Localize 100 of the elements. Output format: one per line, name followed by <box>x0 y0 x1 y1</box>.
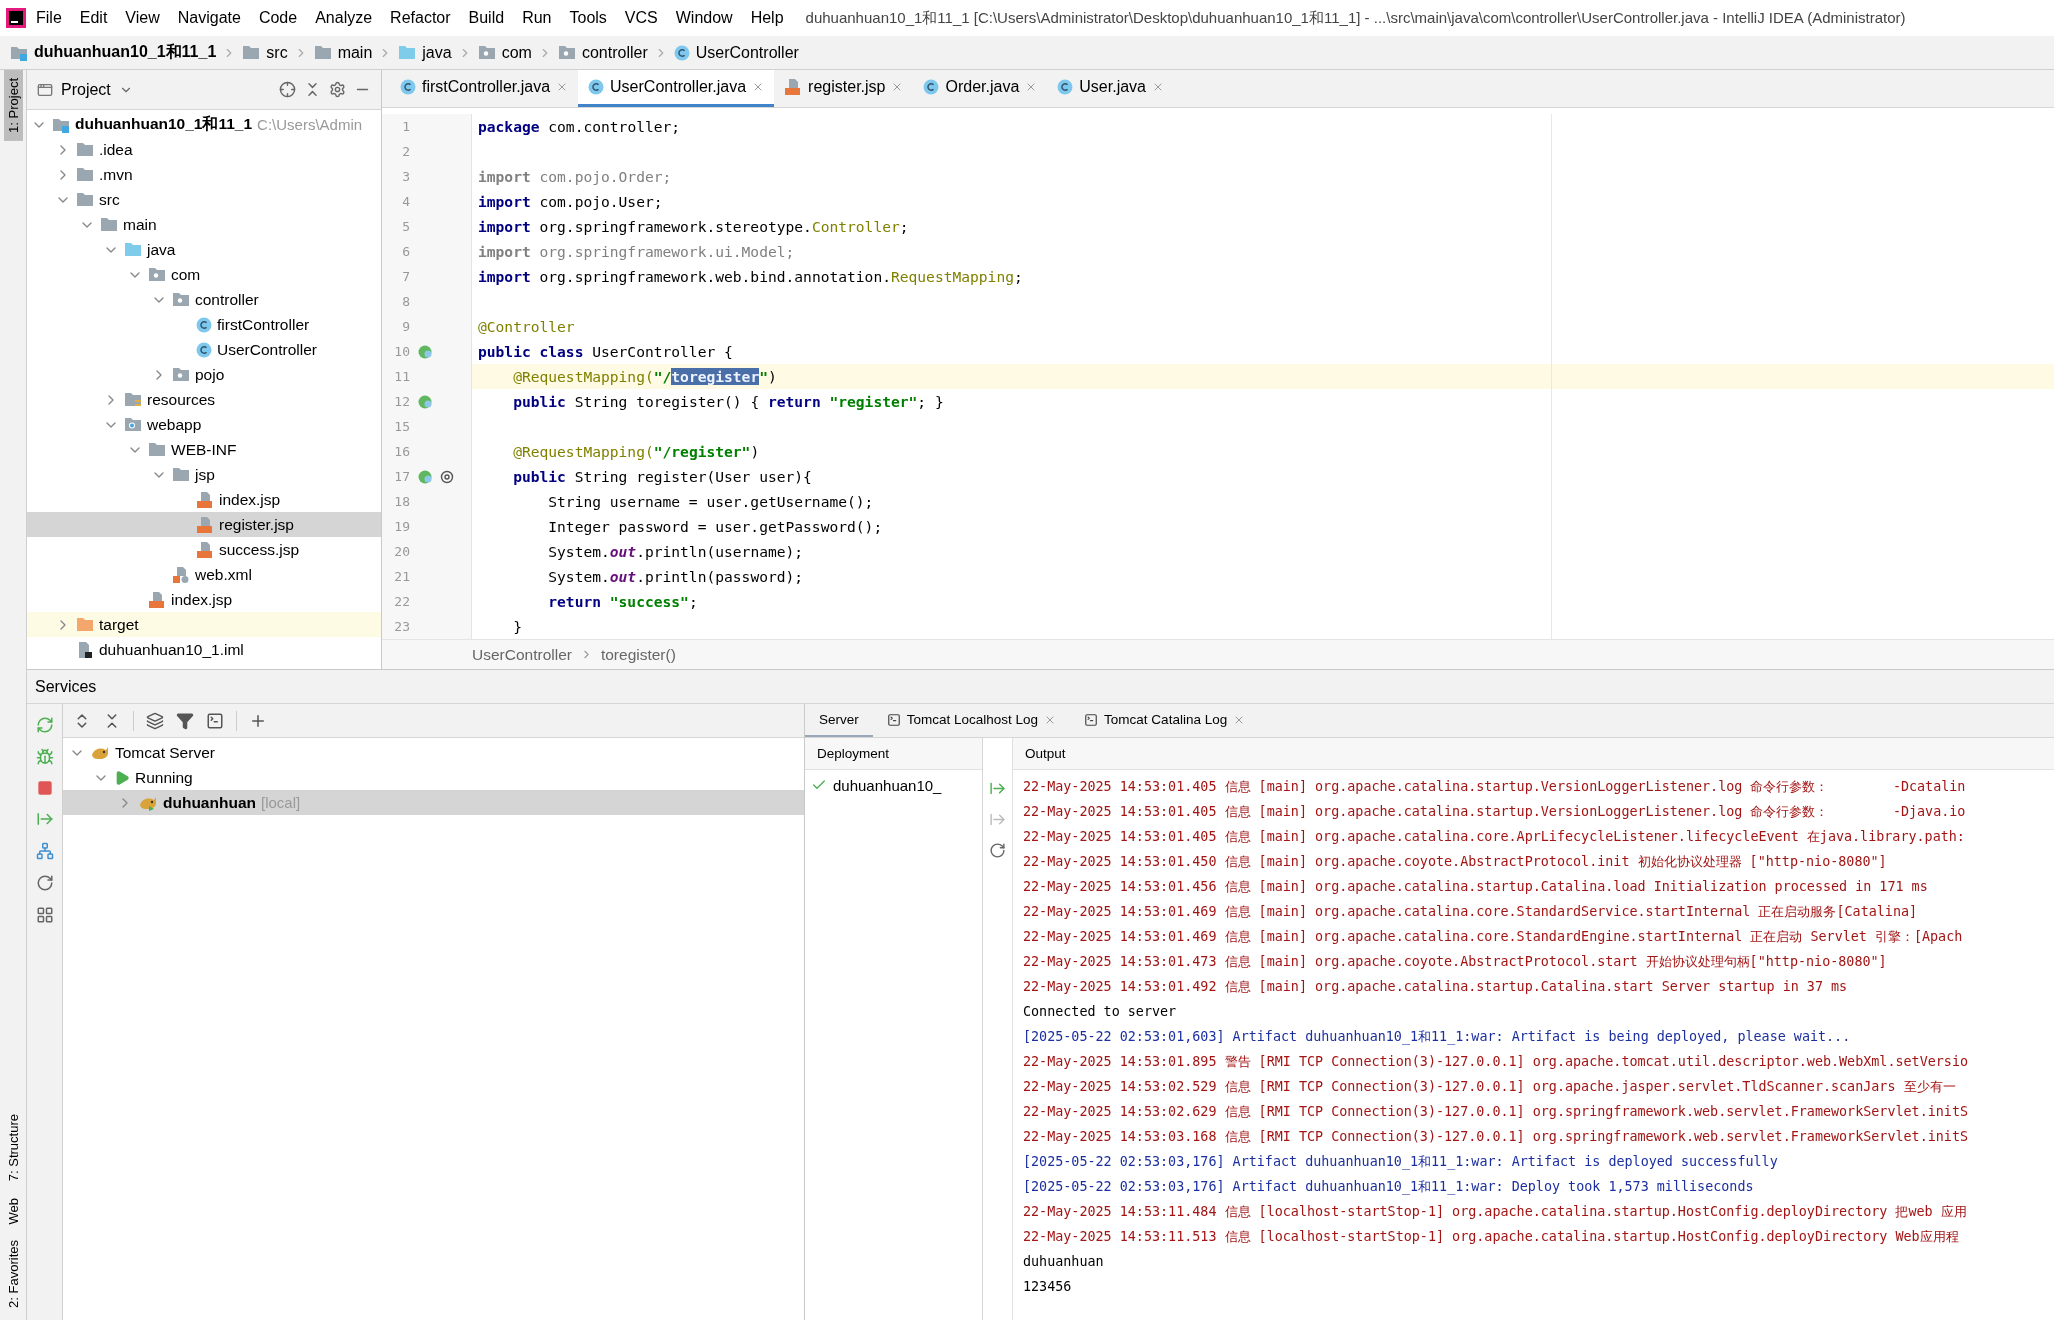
tool-window-button[interactable]: 1: Project <box>3 70 23 141</box>
navigation-crumb[interactable]: controller <box>557 43 648 62</box>
project-tree-item[interactable]: resources <box>27 387 381 412</box>
xml-file-icon <box>172 565 190 584</box>
line-number: 3 <box>401 169 411 184</box>
project-tree-item[interactable]: success.jsp <box>27 537 381 562</box>
project-tree-item[interactable]: controller <box>27 287 381 312</box>
project-tree-item[interactable]: index.jsp <box>27 487 381 512</box>
service-tab[interactable]: Tomcat Localhost Log <box>872 704 1071 737</box>
code-line: System.out.println(username); <box>547 543 804 560</box>
filter-icon[interactable] <box>176 711 194 730</box>
menu-item[interactable]: View <box>117 9 168 27</box>
log-line: 22-May-2025 14:53:02.629 信息 [RMI TCP Connection(3)-127.0.0.1] org.springframework.web.servlet.FrameworkServlet.initS <box>1023 1103 1970 1121</box>
menu-item[interactable]: Build <box>460 9 513 27</box>
log-line: 22-May-2025 14:53:01.450 信息 [main] org.apache.coyote.AbstractProtocol.init 初始化协议处理器 ["http-nio-8080"] <box>1023 853 1888 871</box>
navigation-crumb[interactable]: com <box>477 43 532 62</box>
app-logo-icon <box>6 8 26 28</box>
menu-item[interactable]: Help <box>742 9 792 27</box>
resources-folder-icon <box>124 391 142 408</box>
editor-tab[interactable]: UserController.java <box>578 70 775 107</box>
line-number: 22 <box>393 594 411 609</box>
network-icon[interactable] <box>35 842 54 860</box>
tool-window-button[interactable]: 7: Structure <box>3 1106 23 1190</box>
project-tree-item[interactable]: duhuanhuan10_1.iml <box>27 637 381 662</box>
project-tree-item[interactable]: register.jsp <box>27 512 381 537</box>
log-line: 22-May-2025 14:53:01.469 信息 [main] org.apache.catalina.core.StandardEngine.startInternal 正在启动 Servlet 引擎：[Apach <box>1023 928 1964 946</box>
project-tree-item[interactable]: src <box>27 187 381 212</box>
editor-tab[interactable]: Order.java <box>913 70 1048 107</box>
editor-tab[interactable]: firstController.java <box>390 70 579 107</box>
project-tree-item[interactable]: duhuanhuan10_1和11_1 C:\Users\Admin <box>27 112 381 137</box>
service-tree-item[interactable]: duhuanhuan [local] <box>63 790 804 815</box>
editor-tab[interactable]: register.jsp <box>774 70 914 107</box>
settings-icon[interactable] <box>329 81 346 98</box>
deployment-item[interactable]: duhuanhuan10_ <box>805 770 982 800</box>
code-breadcrumb[interactable]: toregister() <box>600 645 676 664</box>
service-tab[interactable]: Tomcat Catalina Log <box>1070 704 1260 737</box>
log-line: 123456 <box>1023 1278 1073 1296</box>
editor-tab[interactable]: User.java <box>1047 70 1174 107</box>
menu-item[interactable]: Analyze <box>307 9 381 27</box>
service-tree-item[interactable]: Running <box>63 765 804 790</box>
log-line: [2025-05-22 02:53:03,176] Artifact duhuanhuan10_1和11_1:war: Artifact is deployed successfully <box>1023 1153 1779 1172</box>
bean-icon[interactable] <box>418 343 434 360</box>
code-line: public class UserController { <box>478 343 733 360</box>
close-icon[interactable] <box>1152 81 1164 93</box>
navigation-crumb[interactable]: UserController <box>673 43 799 62</box>
project-tree-item[interactable]: web.xml <box>27 562 381 587</box>
project-tree-item[interactable]: index.jsp <box>27 587 381 612</box>
path-hint: C:\Users\Admin <box>257 116 363 133</box>
navigation-crumb[interactable]: main <box>313 43 373 62</box>
log-line: Connected to server <box>1023 1003 1178 1021</box>
line-number: 23 <box>393 619 411 634</box>
code-line: String username = user.getUsername(); <box>547 493 874 510</box>
code-line: @RequestMapping("/register") <box>512 443 760 460</box>
bean-icon[interactable] <box>418 393 434 410</box>
service-tree-item[interactable]: Tomcat Server <box>63 740 804 765</box>
menu-item[interactable]: Edit <box>71 9 116 27</box>
tool-window-button[interactable]: Web <box>3 1189 23 1233</box>
refresh-icon[interactable] <box>35 874 54 892</box>
menu-item[interactable]: File <box>28 9 70 27</box>
code-breadcrumb[interactable]: UserController <box>472 645 572 664</box>
menu-item[interactable]: Navigate <box>169 9 249 27</box>
line-number: 15 <box>393 419 411 434</box>
menu-item[interactable]: Run <box>514 9 560 27</box>
project-tree-item[interactable]: .idea <box>27 137 381 162</box>
menu-item[interactable]: Refactor <box>382 9 459 27</box>
debug-icon[interactable] <box>35 748 54 766</box>
layout-icon[interactable] <box>35 906 54 924</box>
package-icon <box>557 45 576 60</box>
stop-icon[interactable] <box>36 780 53 796</box>
project-tree-item[interactable]: com <box>27 262 381 287</box>
package-icon <box>148 267 166 282</box>
project-tree-item[interactable]: WEB-INF <box>27 437 381 462</box>
deploy-icon[interactable] <box>989 780 1006 797</box>
panel-title[interactable]: Project <box>61 80 111 99</box>
group-icon[interactable] <box>146 711 164 730</box>
project-tree-item[interactable]: main <box>27 212 381 237</box>
menu-item[interactable]: Code <box>250 9 306 27</box>
project-tree-item[interactable]: .mvn <box>27 162 381 187</box>
menu-item[interactable]: VCS <box>616 9 666 27</box>
line-number: 17 <box>393 469 411 484</box>
project-tree-item[interactable]: UserController <box>27 337 381 362</box>
tool-window-button[interactable]: 2: Favorites <box>3 1232 23 1316</box>
undeploy-icon[interactable] <box>989 811 1006 828</box>
project-tree-item[interactable]: target <box>27 612 381 637</box>
project-tree-item[interactable]: webapp <box>27 412 381 437</box>
menu-item[interactable]: Tools <box>561 9 615 27</box>
navigation-crumb[interactable]: src <box>242 43 288 62</box>
menu-item[interactable]: Window <box>667 9 741 27</box>
refresh-icon[interactable] <box>989 842 1006 859</box>
project-tree-item[interactable]: jsp <box>27 462 381 487</box>
project-tree-item[interactable]: pojo <box>27 362 381 387</box>
bean-icon[interactable] <box>418 468 434 485</box>
deploy-icon[interactable] <box>35 810 54 828</box>
new-tab-icon[interactable] <box>206 711 224 730</box>
project-tree-item[interactable]: java <box>27 237 381 262</box>
navigation-crumb[interactable]: duhuanhuan10_1和11_1 <box>10 42 217 63</box>
project-tree-item[interactable]: firstController <box>27 312 381 337</box>
rerun-icon[interactable] <box>35 716 54 734</box>
navigation-crumb[interactable]: java <box>398 43 452 62</box>
locate-icon[interactable] <box>279 81 296 98</box>
